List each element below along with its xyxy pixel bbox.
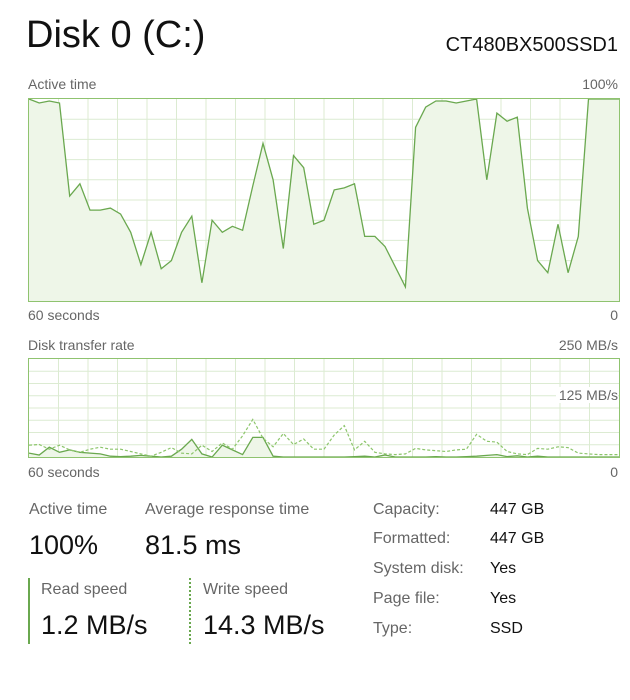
active-time-stat-label: Active time: [29, 501, 108, 518]
capacity-value: 447 GB: [490, 501, 545, 518]
active-time-duration-label: 60 seconds: [28, 307, 100, 323]
avg-response-value: 81.5 ms: [145, 530, 242, 560]
page-file-label: Page file:: [373, 590, 440, 607]
transfer-rate-chart: [29, 359, 619, 457]
write-speed-indicator: [189, 578, 191, 644]
active-time-max-label: 100%: [582, 76, 618, 92]
read-speed-indicator: [28, 578, 30, 644]
read-speed-value: 1.2 MB/s: [41, 610, 148, 640]
transfer-rate-duration-label: 60 seconds: [28, 464, 100, 480]
transfer-rate-mid-label: 125 MB/s: [555, 387, 618, 403]
active-time-min-label: 0: [610, 307, 618, 323]
system-disk-label: System disk:: [373, 560, 464, 577]
transfer-rate-graph: [28, 358, 620, 458]
write-speed-value: 14.3 MB/s: [203, 610, 325, 640]
active-time-stat-value: 100%: [29, 530, 99, 560]
formatted-label: Formatted:: [373, 530, 451, 547]
type-label: Type:: [373, 620, 413, 637]
read-speed-label: Read speed: [41, 581, 128, 598]
page-file-value: Yes: [490, 590, 517, 607]
active-time-chart: [29, 99, 619, 301]
active-time-graph-label: Active time: [28, 76, 97, 92]
formatted-value: 447 GB: [490, 530, 545, 547]
write-speed-label: Write speed: [203, 581, 289, 598]
transfer-rate-max-label: 250 MB/s: [558, 337, 618, 353]
transfer-rate-graph-label: Disk transfer rate: [28, 337, 135, 353]
system-disk-value: Yes: [490, 560, 517, 577]
avg-response-label: Average response time: [145, 501, 310, 518]
transfer-rate-min-label: 0: [610, 464, 618, 480]
active-time-graph: [28, 98, 620, 302]
capacity-label: Capacity:: [373, 501, 440, 518]
page-title: Disk 0 (C:): [26, 14, 206, 56]
type-value: SSD: [490, 620, 523, 637]
disk-model: CT480BX500SSD1: [445, 34, 618, 56]
